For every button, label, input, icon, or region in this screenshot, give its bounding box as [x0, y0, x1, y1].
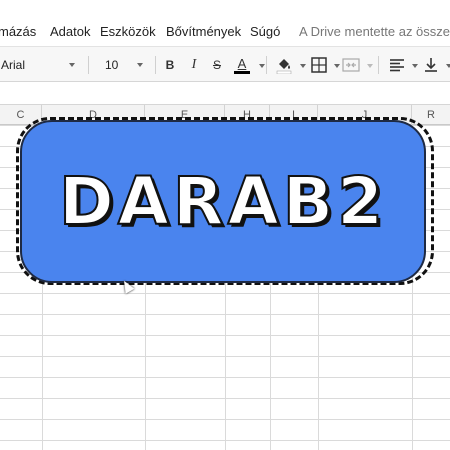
text-color-button[interactable]: A — [230, 53, 254, 77]
toolbar-divider — [155, 56, 156, 74]
formula-bar-area — [0, 82, 450, 104]
borders-icon — [311, 57, 327, 73]
toolbar-divider — [378, 56, 379, 74]
italic-button[interactable]: I — [184, 53, 204, 77]
save-status: A Drive mentette az összes m — [299, 24, 450, 39]
toolbar: Arial 10 B I S A — [0, 46, 450, 82]
bold-icon: B — [165, 58, 175, 72]
toolbar-divider — [266, 56, 267, 74]
align-left-icon — [390, 59, 404, 72]
chevron-down-icon — [412, 64, 418, 68]
chevron-down-icon — [300, 64, 306, 68]
font-size-dropdown[interactable]: 10 — [98, 52, 150, 78]
font-family-value: Arial — [1, 58, 26, 72]
text-color-icon: A — [237, 55, 247, 71]
menu-bar: mázás Adatok Eszközök Bővítmények Súgó A… — [0, 0, 450, 46]
font-family-dropdown[interactable]: Arial — [0, 52, 82, 78]
font-size-value: 10 — [105, 58, 119, 72]
text-color-swatch — [234, 70, 250, 74]
borders-button[interactable] — [308, 53, 330, 77]
vertical-align-button[interactable] — [420, 53, 442, 77]
strikethrough-icon: S — [212, 58, 221, 72]
italic-icon: I — [191, 57, 197, 72]
merge-cells-icon — [342, 58, 360, 72]
bold-button[interactable]: B — [160, 53, 180, 77]
horizontal-align-button[interactable] — [386, 53, 408, 77]
chevron-down-icon — [69, 63, 75, 67]
chevron-down-icon — [137, 63, 143, 67]
toolbar-divider — [88, 56, 89, 74]
menu-data[interactable]: Adatok — [50, 24, 90, 39]
title-badge: DARAB2 — [20, 120, 426, 283]
chevron-down-icon — [259, 64, 265, 68]
menu-format[interactable]: mázás — [0, 24, 36, 39]
chevron-down-icon — [367, 64, 373, 68]
align-bottom-icon — [425, 58, 437, 72]
title-badge-text: DARAB2 — [58, 162, 387, 241]
menu-tools[interactable]: Eszközök — [100, 24, 156, 39]
paint-bucket-icon — [276, 59, 292, 74]
menu-addons[interactable]: Bővítmények — [166, 24, 241, 39]
strikethrough-button[interactable]: S — [207, 53, 227, 77]
chevron-down-icon — [446, 64, 450, 68]
menu-help[interactable]: Súgó — [250, 24, 280, 39]
fill-color-button[interactable] — [273, 53, 295, 77]
merge-cells-button[interactable] — [340, 53, 362, 77]
